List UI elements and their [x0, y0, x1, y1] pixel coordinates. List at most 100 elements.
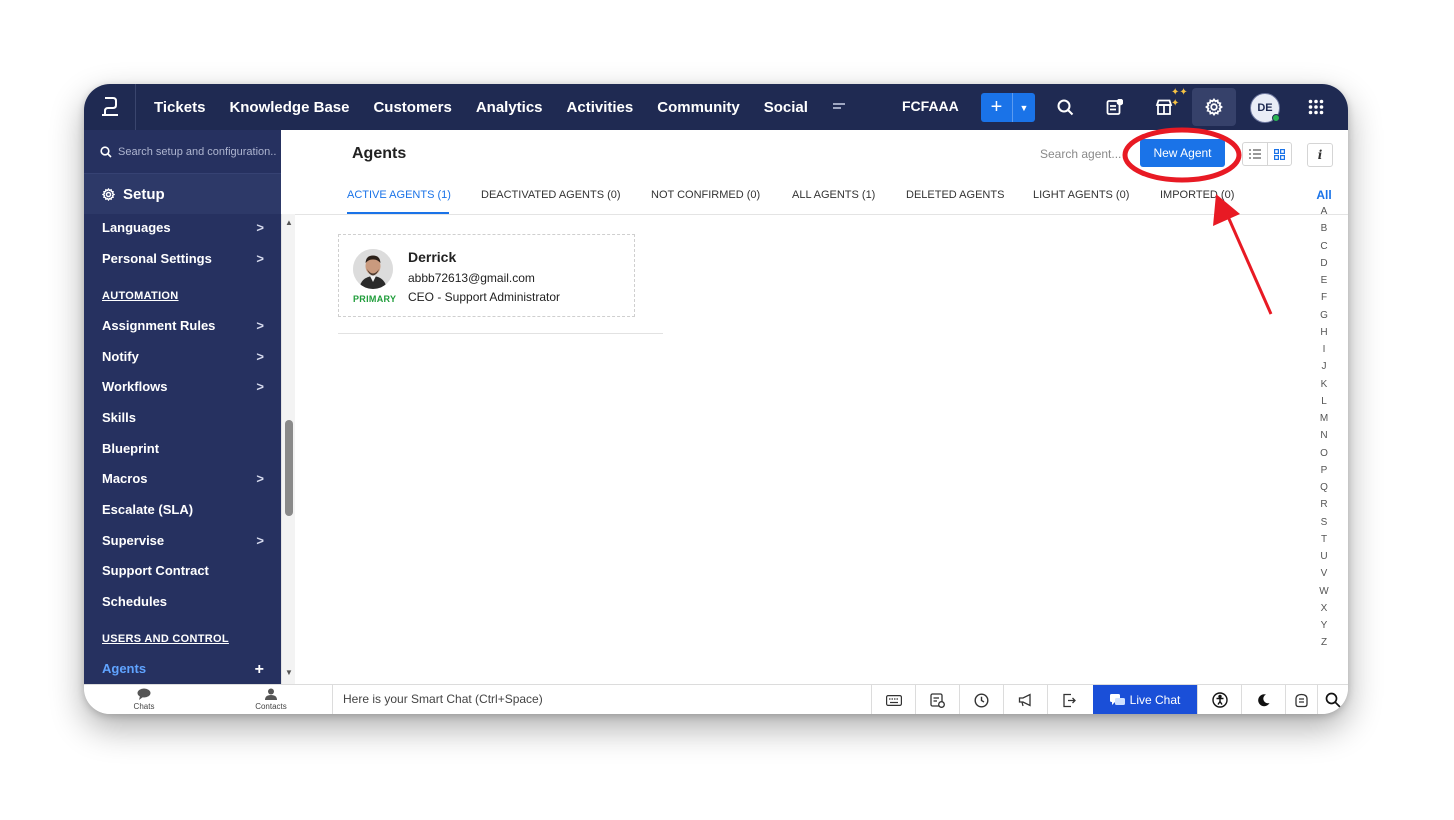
search-icon[interactable] — [1054, 96, 1076, 118]
agent-card[interactable]: PRIMARY Derrick abbb72613@gmail.com CEO … — [338, 234, 635, 317]
primary-badge: PRIMARY — [353, 294, 397, 304]
alphabet-letter[interactable]: V — [1313, 565, 1335, 582]
list-view-icon[interactable] — [1243, 143, 1267, 165]
setup-search-placeholder: Search setup and configuration.. — [118, 145, 277, 158]
tab-deleted-agents[interactable]: DELETED AGENTS — [906, 189, 1004, 201]
help-bot-icon[interactable] — [1285, 685, 1317, 714]
tab-not-confirmed[interactable]: NOT CONFIRMED (0) — [651, 189, 760, 201]
clock-icon[interactable] — [959, 685, 1003, 714]
sidebar-item-support-contract[interactable]: Support Contract — [102, 563, 270, 578]
alphabet-all[interactable]: All — [1313, 188, 1335, 202]
accessibility-icon[interactable] — [1197, 685, 1241, 714]
search-agent-input[interactable]: Search agent... — [1040, 147, 1121, 161]
nav-social[interactable]: Social — [752, 99, 820, 116]
plus-icon[interactable]: + — [255, 661, 264, 679]
smart-chat-input[interactable]: Here is your Smart Chat (Ctrl+Space) — [343, 692, 543, 706]
user-avatar[interactable]: DE — [1250, 93, 1280, 123]
live-chat-button[interactable]: Live Chat — [1093, 685, 1197, 714]
view-toggle — [1242, 142, 1292, 166]
nav-customers[interactable]: Customers — [361, 99, 463, 116]
task-list-icon[interactable] — [915, 685, 959, 714]
scroll-up-arrow-icon[interactable]: ▲ — [285, 218, 293, 227]
tab-all-agents[interactable]: ALL AGENTS (1) — [792, 189, 875, 201]
alphabet-letter[interactable]: R — [1313, 496, 1335, 513]
search-icon[interactable] — [1317, 685, 1348, 714]
sidebar-item-escalate-sla[interactable]: Escalate (SLA) — [102, 502, 270, 517]
alphabet-letter[interactable]: G — [1313, 307, 1335, 324]
sidebar-item-label: Blueprint — [102, 441, 160, 456]
alphabet-letter[interactable]: Y — [1313, 617, 1335, 634]
tab-imported[interactable]: IMPORTED (0) — [1160, 189, 1234, 201]
new-agent-button[interactable]: New Agent — [1140, 139, 1225, 167]
tab-light-agents[interactable]: LIGHT AGENTS (0) — [1033, 189, 1129, 201]
transfer-icon[interactable] — [1047, 685, 1091, 714]
alphabet-letter[interactable]: P — [1313, 462, 1335, 479]
scroll-down-arrow-icon[interactable]: ▼ — [285, 668, 293, 677]
nav-tickets[interactable]: Tickets — [142, 99, 217, 116]
alphabet-letter[interactable]: Z — [1313, 634, 1335, 651]
contacts-tab[interactable]: Contacts — [241, 688, 301, 711]
keyboard-icon[interactable] — [871, 685, 915, 714]
sidebar-item-workflows[interactable]: Workflows > — [102, 379, 270, 394]
agent-avatar — [353, 249, 393, 289]
alphabet-letter[interactable]: N — [1313, 427, 1335, 444]
alphabet-letter[interactable]: X — [1313, 600, 1335, 617]
nav-knowledge-base[interactable]: Knowledge Base — [217, 99, 361, 116]
alphabet-letter[interactable]: D — [1313, 255, 1335, 272]
active-tab-indicator — [347, 212, 449, 214]
grid-view-icon[interactable] — [1266, 143, 1291, 165]
sidebar-item-agents[interactable]: Agents + — [102, 661, 270, 679]
alphabet-letter[interactable]: I — [1313, 341, 1335, 358]
alphabet-letter[interactable]: U — [1313, 548, 1335, 565]
sidebar-item-schedules[interactable]: Schedules — [102, 594, 270, 609]
sidebar-scrollbar[interactable]: ▲ ▼ — [281, 214, 295, 684]
megaphone-icon[interactable] — [1003, 685, 1047, 714]
org-name[interactable]: FCFAAA — [902, 98, 959, 114]
tab-active-agents[interactable]: ACTIVE AGENTS (1) — [347, 189, 451, 201]
agent-name[interactable]: Derrick — [408, 249, 456, 265]
more-menu-icon[interactable] — [820, 98, 858, 116]
app-logo[interactable] — [84, 84, 136, 130]
alphabet-letter[interactable]: S — [1313, 514, 1335, 531]
dark-mode-icon[interactable] — [1241, 685, 1285, 714]
quick-create-button[interactable]: + ▼ — [981, 93, 1035, 122]
nav-community[interactable]: Community — [645, 99, 752, 116]
alphabet-letter[interactable]: T — [1313, 531, 1335, 548]
alphabet-letter[interactable]: O — [1313, 445, 1335, 462]
notes-icon[interactable] — [1103, 96, 1125, 118]
chats-tab[interactable]: Chats — [114, 688, 174, 711]
sidebar-item-macros[interactable]: Macros > — [102, 471, 270, 486]
nav-analytics[interactable]: Analytics — [464, 99, 555, 116]
alphabet-letter[interactable]: A — [1313, 203, 1335, 220]
sidebar-item-skills[interactable]: Skills — [102, 410, 270, 425]
sidebar-item-notify[interactable]: Notify > — [102, 349, 270, 364]
sidebar-item-supervise[interactable]: Supervise > — [102, 533, 270, 548]
alphabet-letter[interactable]: Q — [1313, 479, 1335, 496]
sidebar-item-label: Macros — [102, 471, 148, 486]
sidebar-item-languages[interactable]: Languages > — [102, 220, 270, 235]
alphabet-letter[interactable]: E — [1313, 272, 1335, 289]
alphabet-letter[interactable]: H — [1313, 324, 1335, 341]
setup-header[interactable]: Setup — [84, 174, 281, 214]
sidebar-item-label: Personal Settings — [102, 251, 212, 266]
info-icon[interactable]: i — [1307, 143, 1333, 167]
alphabet-letter[interactable]: K — [1313, 376, 1335, 393]
tab-deactivated-agents[interactable]: DEACTIVATED AGENTS (0) — [481, 189, 621, 201]
nav-activities[interactable]: Activities — [555, 99, 646, 116]
alphabet-letter[interactable]: W — [1313, 583, 1335, 600]
scrollbar-thumb[interactable] — [285, 420, 293, 516]
alphabet-letter[interactable]: J — [1313, 358, 1335, 375]
alphabet-letter[interactable]: B — [1313, 220, 1335, 237]
sidebar-item-blueprint[interactable]: Blueprint — [102, 441, 270, 456]
search-icon — [100, 145, 112, 158]
section-heading-automation: AUTOMATION — [102, 290, 179, 302]
alphabet-letter[interactable]: M — [1313, 410, 1335, 427]
setup-gear-button[interactable] — [1192, 88, 1236, 126]
alphabet-letter[interactable]: L — [1313, 393, 1335, 410]
sidebar-item-personal-settings[interactable]: Personal Settings > — [102, 251, 270, 266]
alphabet-letter[interactable]: C — [1313, 238, 1335, 255]
alphabet-letter[interactable]: F — [1313, 289, 1335, 306]
setup-search-input[interactable]: Search setup and configuration.. — [84, 130, 281, 174]
sidebar-item-assignment-rules[interactable]: Assignment Rules > — [102, 318, 270, 333]
app-grid-icon[interactable] — [1305, 96, 1327, 118]
